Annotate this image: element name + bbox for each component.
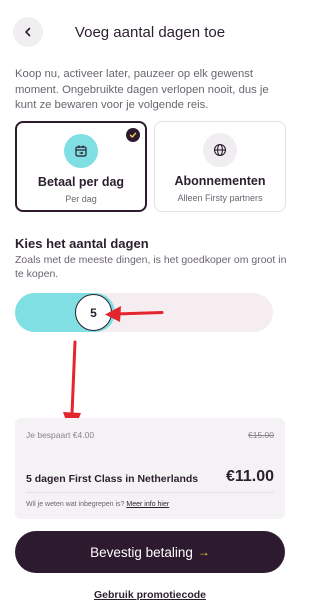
plan-title: Betaal per dag (37, 175, 125, 189)
plan-card-subscriptions[interactable]: Abonnementen Alleen Firsty partners (154, 121, 286, 212)
page-title: Voeg aantal dagen toe (74, 24, 226, 41)
header: Voeg aantal dagen toe (0, 0, 300, 66)
old-price: €15.00 (248, 430, 274, 440)
check-icon (126, 128, 140, 142)
divider (26, 492, 274, 493)
confirm-payment-label: Bevestig betaling (90, 544, 193, 560)
plan-subtitle: Alleen Firsty partners (177, 193, 263, 203)
total-price: €11.00 (225, 468, 274, 485)
slider-thumb[interactable]: 5 (75, 294, 112, 331)
globe-icon (203, 133, 237, 167)
intro-text: Koop nu, activeer later, pauzeer op elk … (15, 68, 269, 111)
savings-text: Je bespaart €4.00 (26, 430, 95, 440)
plan-title: Abonnementen (174, 174, 266, 188)
days-section-description: Zoals met de meeste dingen, is het goedk… (15, 254, 287, 280)
plan-subtitle: Per dag (65, 194, 97, 204)
days-slider[interactable]: 5 (15, 293, 273, 332)
plan-card-pay-per-day[interactable]: Betaal per dag Per dag (15, 121, 147, 212)
product-name: 5 dagen First Class in Netherlands (26, 473, 199, 485)
order-summary: Je bespaart €4.00 €15.00 5 dagen First C… (15, 418, 285, 519)
promo-code-link[interactable]: Gebruik promotiecode (0, 589, 300, 601)
arrow-right-icon: → (197, 545, 210, 559)
more-info-link[interactable]: Meer info hier (126, 501, 169, 508)
included-info: Wil je weten wat inbegrepen is? Meer inf… (26, 501, 169, 508)
calendar-refresh-icon (64, 134, 98, 168)
days-section-title: Kies het aantal dagen (15, 236, 149, 251)
included-info-text: Wil je weten wat inbegrepen is? (26, 501, 125, 508)
confirm-payment-button[interactable]: Bevestig betaling → (15, 531, 285, 573)
